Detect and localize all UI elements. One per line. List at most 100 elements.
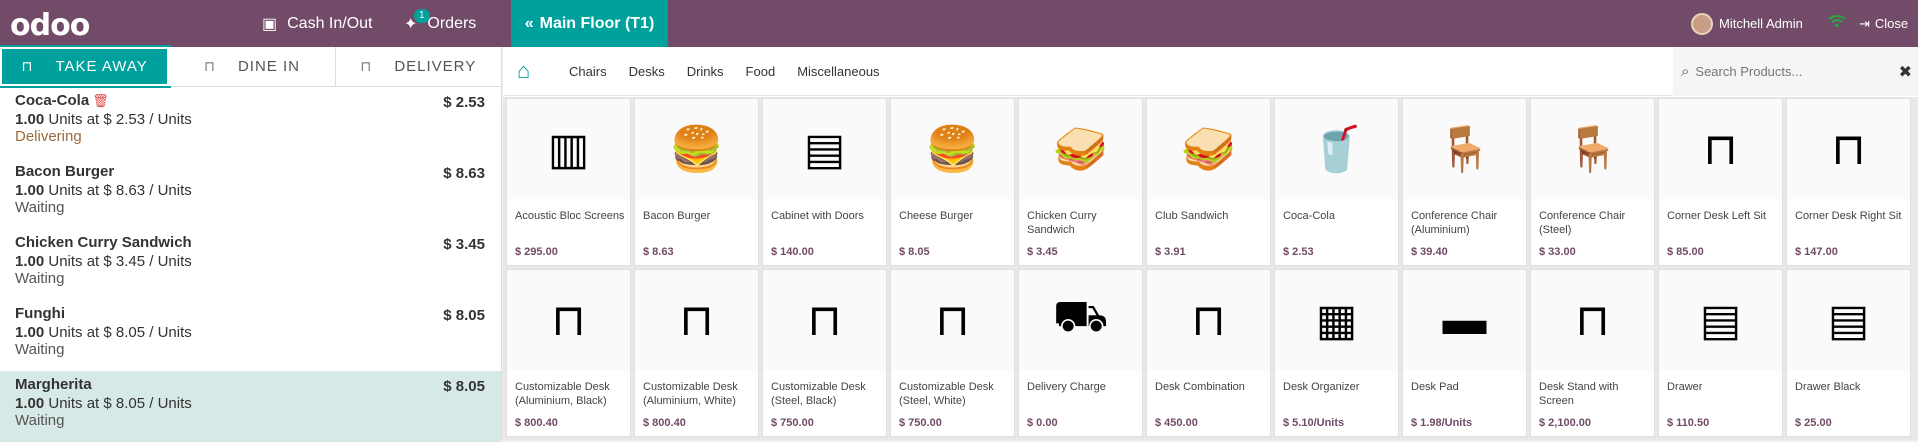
desk-icon: ⊓ — [635, 270, 758, 370]
product-name: Customizable Desk (Aluminium, Black) — [515, 381, 610, 407]
clear-search-icon[interactable]: ✖ — [1899, 62, 1912, 82]
product-card[interactable]: 🥤 Coca-Cola $ 2.53 — [1274, 98, 1399, 266]
product-card[interactable]: ▤ Drawer $ 110.50 — [1658, 269, 1783, 437]
order-line[interactable]: Chicken Curry Sandwich $ 3.45 1.00 Units… — [0, 229, 501, 300]
order-line-name: Margherita — [15, 376, 92, 393]
product-price: $ 8.63 — [643, 246, 674, 258]
product-card[interactable]: ▤ Cabinet with Doors $ 140.00 — [762, 98, 887, 266]
product-card[interactable]: 🥪 Club Sandwich $ 3.91 — [1146, 98, 1271, 266]
orders-button[interactable]: ✦ 1 Orders — [404, 0, 476, 47]
order-line-selected[interactable]: Margherita $ 8.05 1.00 Units at $ 8.05 /… — [0, 371, 501, 442]
product-card[interactable]: ⊓ Customizable Desk (Aluminium, Black) $ 8… — [506, 269, 631, 437]
product-card[interactable]: ⊓ Corner Desk Right Sit $ 147.00 — [1786, 98, 1911, 266]
order-line-name: Coca-Cola — [15, 92, 90, 109]
product-price: $ 39.40 — [1411, 246, 1448, 258]
product-price: $ 5.10/Units — [1283, 417, 1345, 429]
cash-in-out-label: Cash In/Out — [287, 14, 373, 32]
product-card[interactable]: ⊓ Customizable Desk (Steel, White) $ 750.0… — [890, 269, 1015, 437]
category-miscellaneous[interactable]: Miscellaneous — [797, 64, 879, 79]
organizer-icon: ▦ — [1275, 270, 1398, 370]
user-menu[interactable]: Mitchell Admin — [1691, 0, 1803, 47]
product-card[interactable]: 🪑 Conference Chair (Aluminium) $ 39.40 — [1402, 98, 1527, 266]
close-button[interactable]: ⇥ Close — [1859, 0, 1908, 47]
product-card[interactable]: ⊓ Customizable Desk (Aluminium, White) $ 8… — [634, 269, 759, 437]
product-price: $ 25.00 — [1795, 417, 1832, 429]
product-card[interactable]: 🍔 Bacon Burger $ 8.63 — [634, 98, 759, 266]
product-price: $ 33.00 — [1539, 246, 1576, 258]
tab-dine-in[interactable]: ⊓ DINE IN — [169, 47, 336, 86]
category-desks[interactable]: Desks — [629, 64, 665, 79]
order-line-price: $ 8.05 — [443, 307, 485, 324]
order-line-status: Waiting — [15, 199, 65, 216]
product-card[interactable]: ▦ Desk Organizer $ 5.10/Units — [1274, 269, 1399, 437]
product-price: $ 295.00 — [515, 246, 558, 258]
tab-delivery[interactable]: ⊓ DELIVERY — [335, 47, 501, 86]
order-line-qty: 1.00 — [15, 182, 45, 199]
product-name: Club Sandwich — [1155, 210, 1229, 222]
product-card[interactable]: ▤ Drawer Black $ 25.00 — [1786, 269, 1911, 437]
order-line[interactable]: Bacon Burger $ 8.63 1.00 Units at $ 8.63… — [0, 158, 501, 229]
category-food[interactable]: Food — [746, 64, 776, 79]
product-card[interactable]: ▬ Desk Pad $ 1.98/Units — [1402, 269, 1527, 437]
product-price: $ 3.45 — [1027, 246, 1058, 258]
avatar — [1691, 12, 1713, 35]
tab-take-away[interactable]: ⊓ TAKE AWAY — [0, 45, 172, 88]
product-name: Drawer — [1667, 381, 1703, 393]
product-panel: ⌂ Chairs Desks Drinks Food Miscellaneous… — [503, 47, 1918, 440]
desk-icon: ⊓ — [1659, 99, 1782, 199]
product-card[interactable]: ⊓ Customizable Desk (Steel, Black) $ 750.0… — [762, 269, 887, 437]
top-bar: odoo ▣ Cash In/Out ✦ 1 Orders « Main Flo… — [0, 0, 1918, 47]
close-label: Close — [1874, 16, 1909, 31]
cash-in-out-button[interactable]: ▣ Cash In/Out — [262, 0, 373, 47]
product-price: $ 750.00 — [899, 417, 942, 429]
product-price: $ 140.00 — [771, 246, 814, 258]
order-line-qty: 1.00 — [15, 395, 45, 412]
cabinet-icon: ▤ — [763, 99, 886, 199]
drawer-icon: ▤ — [1787, 270, 1910, 370]
product-card[interactable]: ⊓ Desk Combination $ 450.00 — [1146, 269, 1271, 437]
double-chevron-left-icon: « — [524, 14, 534, 32]
desk-icon: ⊓ — [1531, 270, 1654, 370]
order-line-qty-row: 1.00 Units at $ 8.05 / Units — [15, 324, 486, 341]
product-price: $ 800.40 — [643, 417, 686, 429]
product-name: Chicken Curry Sandwich — [1027, 210, 1097, 236]
order-line-status: Waiting — [15, 412, 65, 429]
floor-back-button[interactable]: « Main Floor (T1) — [511, 0, 668, 47]
product-name: Corner Desk Right Sit — [1795, 210, 1902, 222]
order-line-qty-row: 1.00 Units at $ 2.53 / Units — [15, 111, 486, 128]
desk-icon: ⊓ — [1787, 99, 1910, 199]
drawer-icon: ▤ — [1659, 270, 1782, 370]
product-card[interactable]: 🥪 Chicken Curry Sandwich $ 3.45 — [1018, 98, 1143, 266]
product-card[interactable]: ▥ Acoustic Bloc Screens $ 295.00 — [506, 98, 631, 266]
product-card[interactable]: 🪑 Conference Chair (Steel) $ 33.00 — [1530, 98, 1655, 266]
burger-icon: 🍔 — [635, 99, 758, 199]
product-row: ⊓ Customizable Desk (Aluminium, Black) $ 8… — [506, 269, 1918, 440]
order-line-unit: Units at $ 2.53 / Units — [48, 111, 192, 128]
category-chairs[interactable]: Chairs — [569, 64, 607, 79]
order-line[interactable]: Funghi $ 8.05 1.00 Units at $ 8.05 / Uni… — [0, 300, 501, 371]
search-input[interactable] — [1695, 64, 1886, 79]
order-line-qty-row: 1.00 Units at $ 8.05 / Units — [15, 395, 486, 412]
order-line-qty: 1.00 — [15, 324, 45, 341]
pad-icon: ▬ — [1403, 270, 1526, 370]
product-price: $ 0.00 — [1027, 417, 1058, 429]
product-card[interactable]: 🍔 Cheese Burger $ 8.05 — [890, 98, 1015, 266]
chair-icon: 🪑 — [1403, 99, 1526, 199]
user-name: Mitchell Admin — [1719, 16, 1803, 31]
product-name: Conference Chair (Steel) — [1539, 210, 1626, 236]
trash-icon[interactable]: 🗑 — [92, 93, 109, 108]
product-card[interactable]: ⊓ Corner Desk Left Sit $ 85.00 — [1658, 98, 1783, 266]
home-icon[interactable]: ⌂ — [517, 58, 547, 84]
product-card[interactable]: ⛟ Delivery Charge $ 0.00 — [1018, 269, 1143, 437]
order-line-name: Chicken Curry Sandwich — [15, 234, 192, 251]
product-name: Desk Pad — [1411, 381, 1459, 393]
order-panel: ⊓ TAKE AWAY ⊓ DINE IN ⊓ DELIVERY Coca-Co… — [0, 45, 502, 442]
category-drinks[interactable]: Drinks — [687, 64, 724, 79]
product-price: $ 2,100.00 — [1539, 417, 1591, 429]
tab-label: TAKE AWAY — [55, 58, 148, 75]
order-line[interactable]: Coca-Cola 🗑 $ 2.53 1.00 Units at $ 2.53 /… — [0, 87, 501, 158]
sign-out-icon: ⇥ — [1859, 15, 1870, 31]
product-card[interactable]: ⊓ Desk Stand with Screen $ 2,100.00 — [1530, 269, 1655, 437]
order-line-qty-row: 1.00 Units at $ 8.63 / Units — [15, 182, 486, 199]
order-line-qty: 1.00 — [15, 253, 45, 270]
